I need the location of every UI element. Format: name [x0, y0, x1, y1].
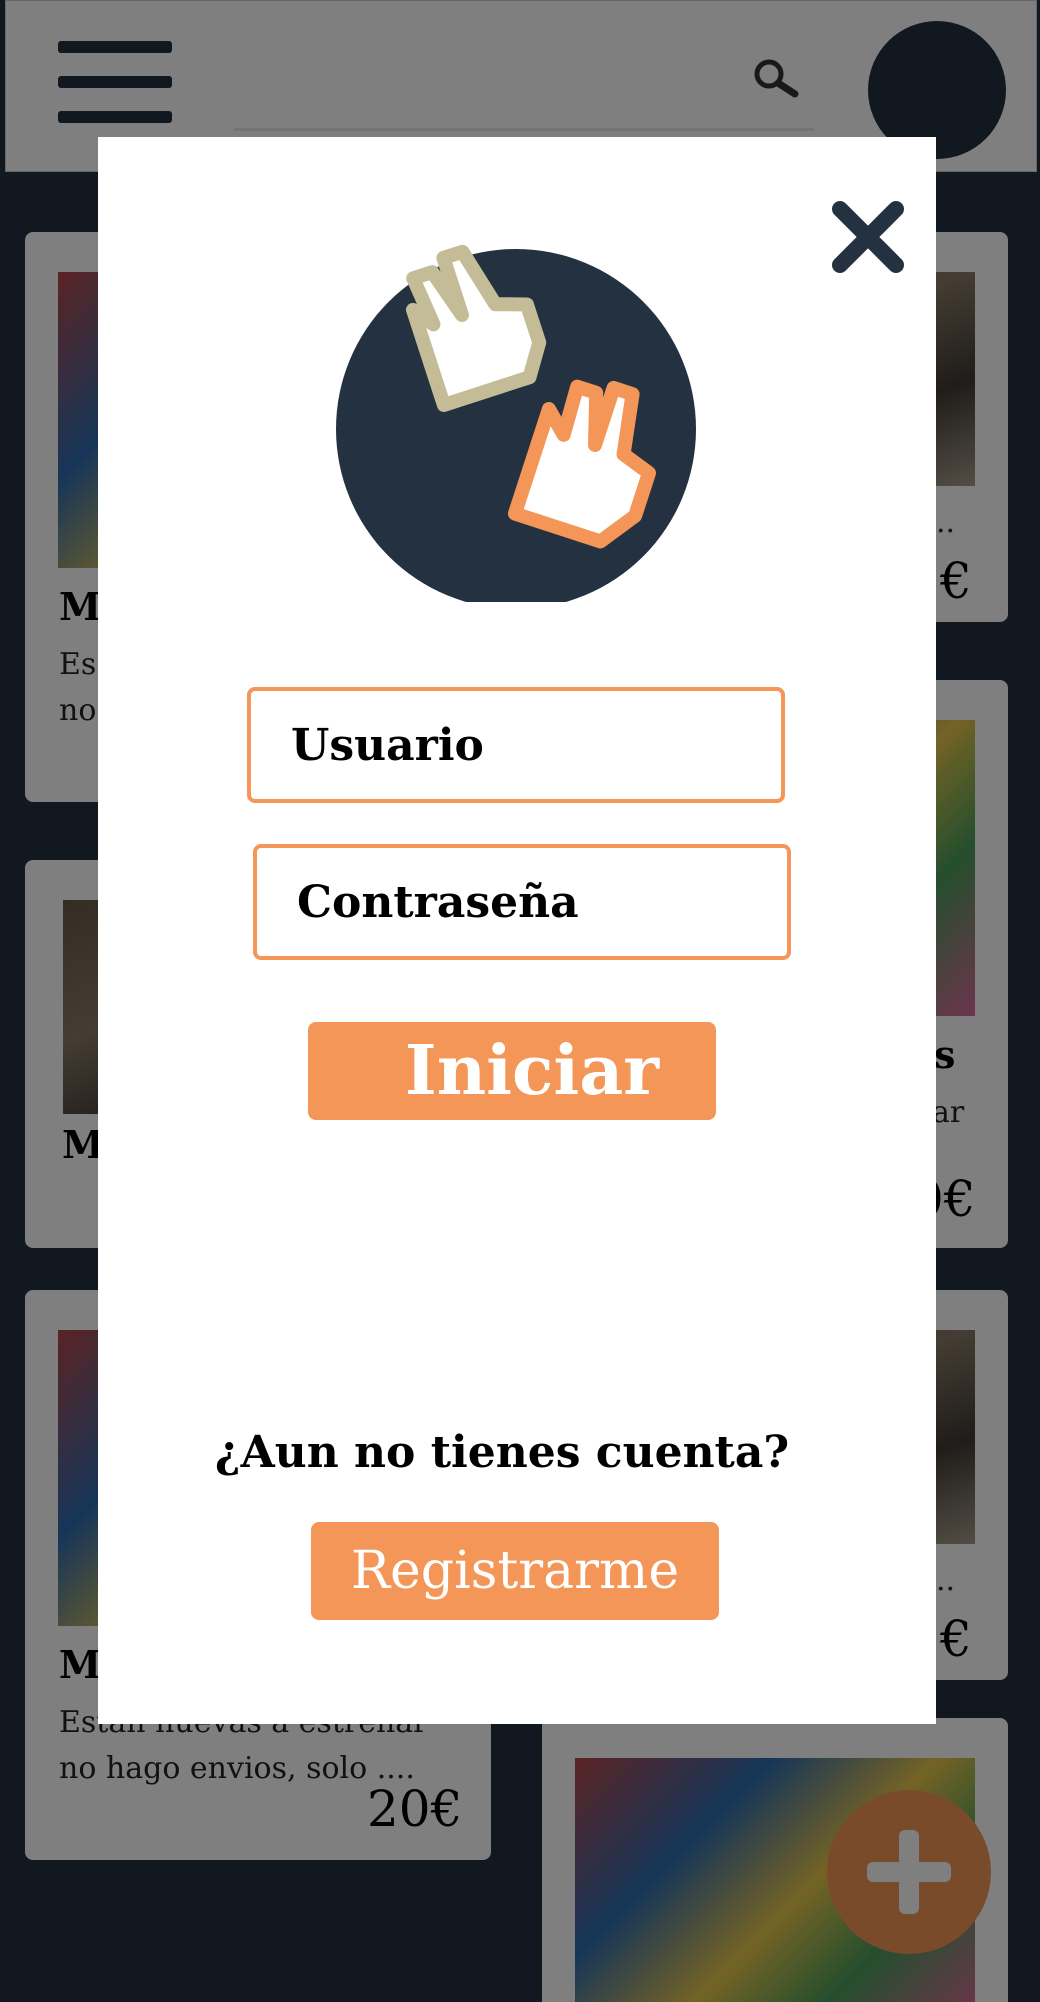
password-field[interactable] — [253, 844, 791, 960]
username-field[interactable] — [247, 687, 785, 803]
close-icon[interactable] — [828, 197, 908, 277]
signup-prompt: ¿Aun no tienes cuenta? — [214, 1427, 790, 1478]
login-modal: Iniciar ¿Aun no tienes cuenta? Registrar… — [98, 137, 936, 1724]
peace-hands-logo-icon — [336, 244, 696, 602]
login-button[interactable]: Iniciar — [308, 1022, 716, 1120]
register-button[interactable]: Registrarme — [311, 1522, 719, 1620]
